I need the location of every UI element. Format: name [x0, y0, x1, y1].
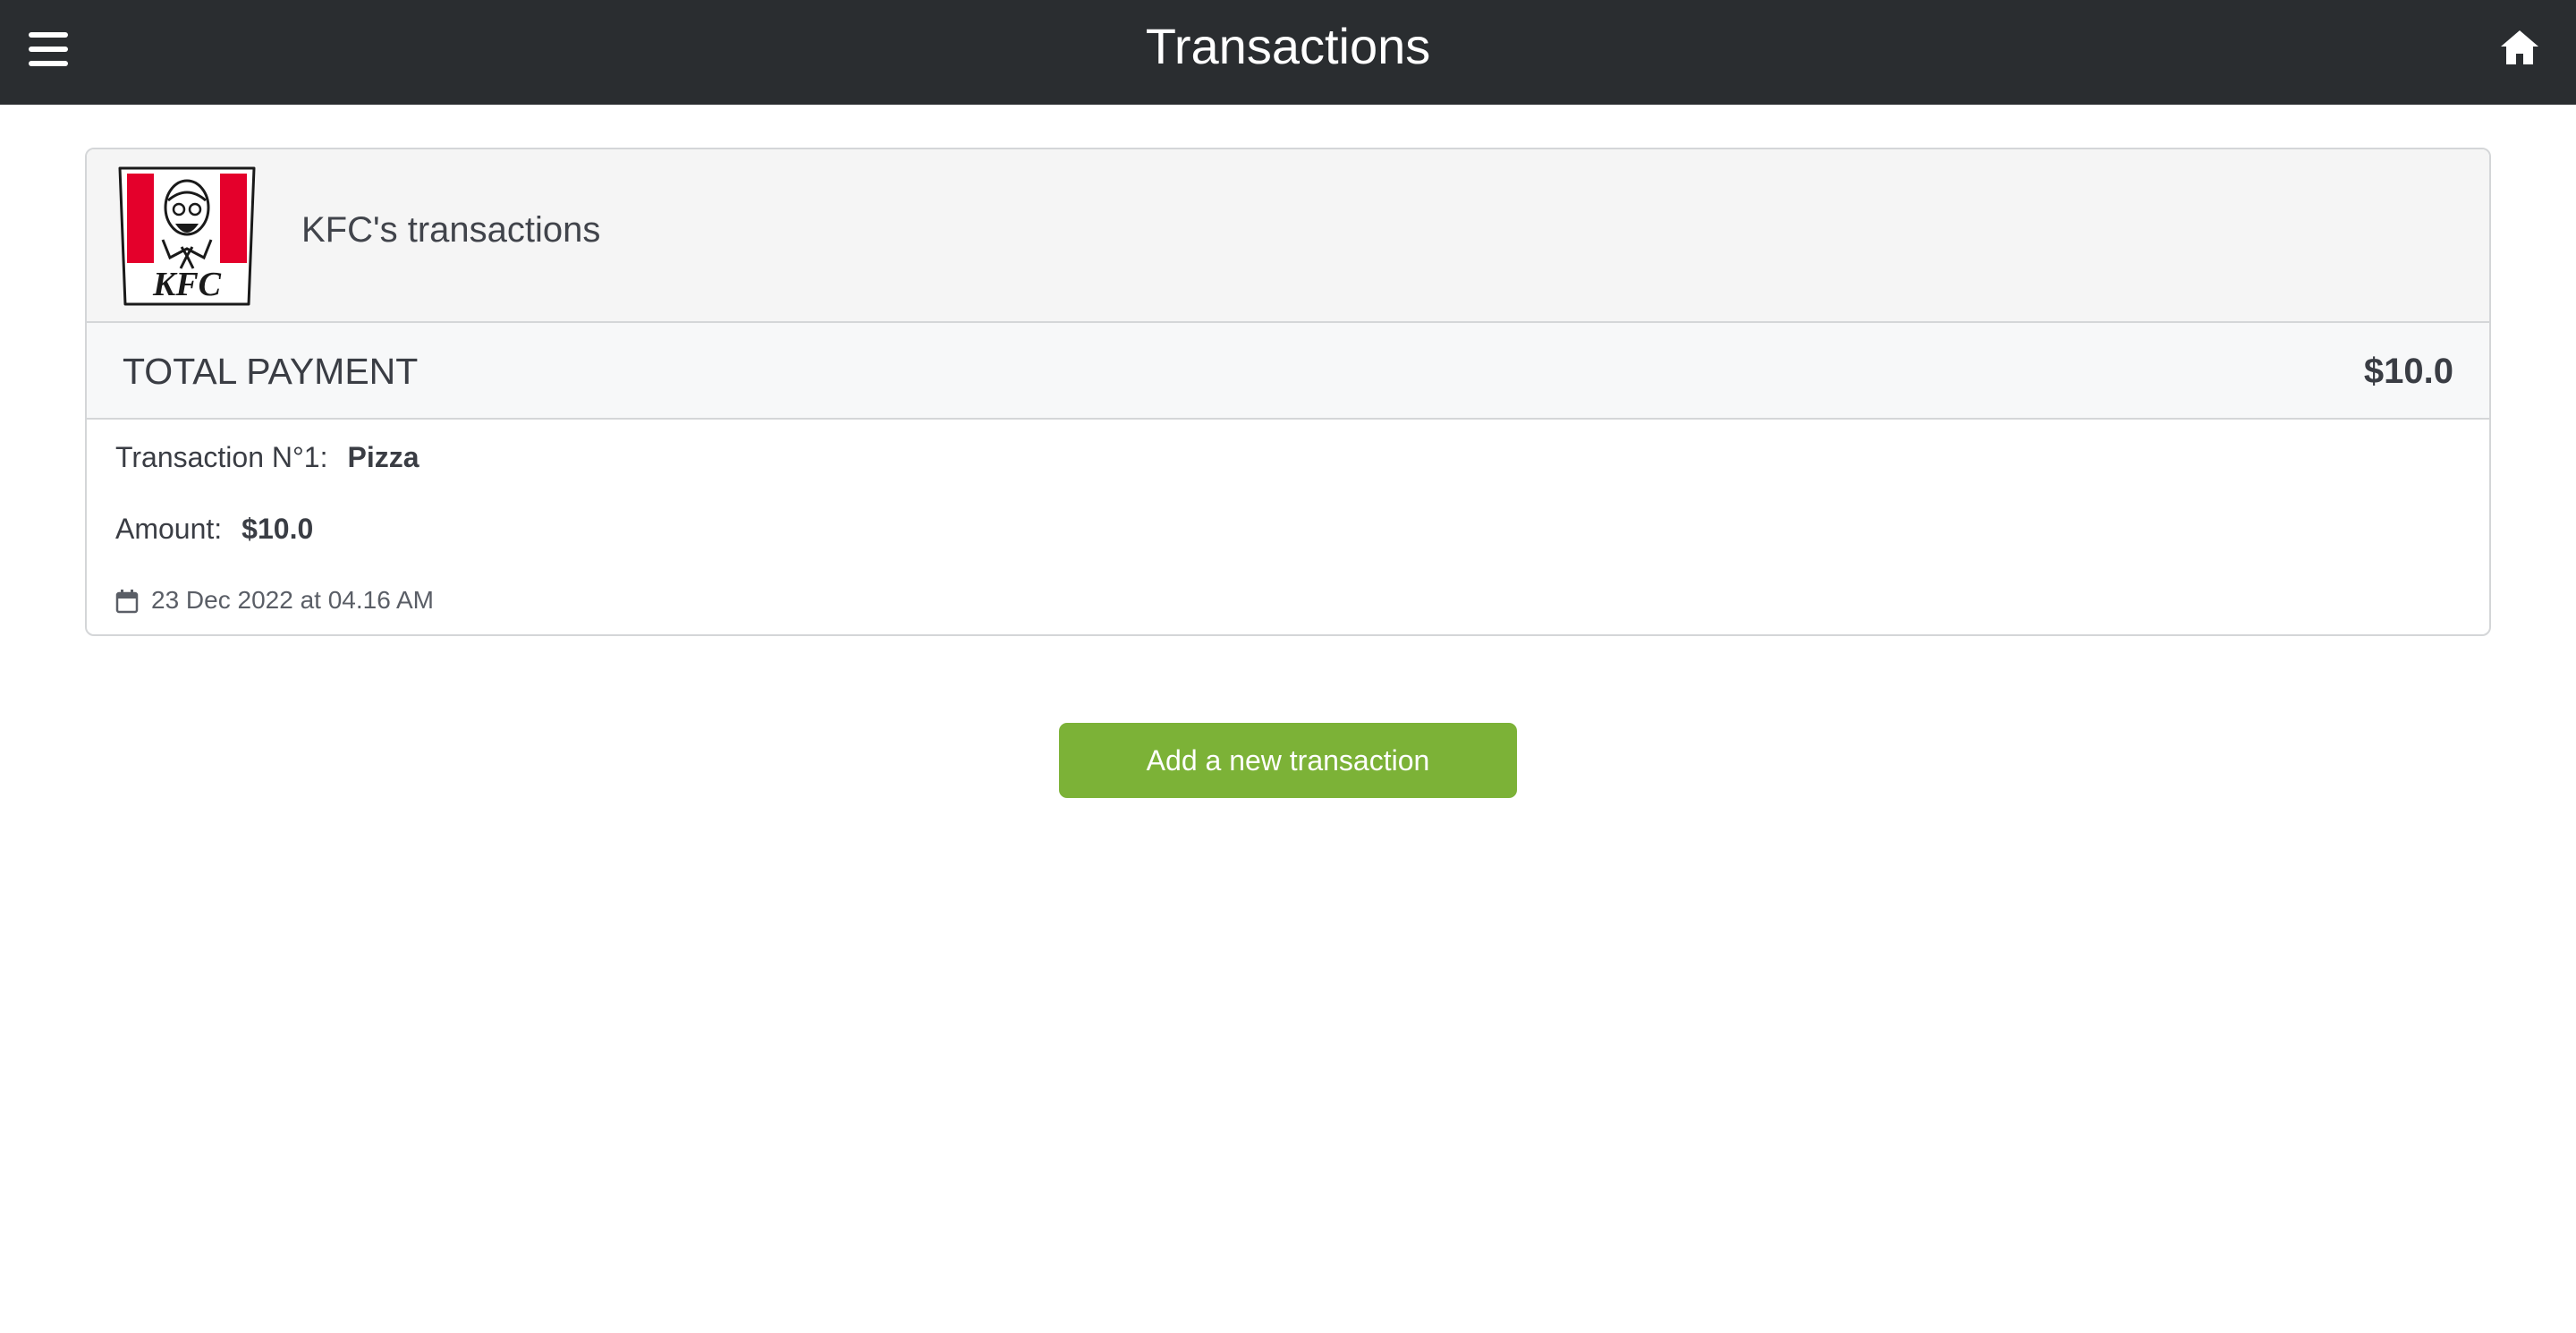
total-payment-value: $10.0: [2363, 352, 2453, 391]
home-icon[interactable]: [2499, 27, 2540, 68]
svg-text:KFC: KFC: [152, 266, 222, 303]
amount-label: Amount:: [115, 513, 223, 545]
top-navbar: Transactions: [0, 0, 2576, 105]
card-title: KFC's transactions: [301, 210, 601, 250]
total-payment-label: TOTAL PAYMENT: [123, 351, 419, 392]
card-header: KFC KFC's transactions: [87, 149, 2489, 323]
transactions-card: KFC KFC's transactions TOTAL PAYMENT $10…: [85, 148, 2491, 636]
amount-value: $10.0: [242, 513, 314, 545]
transaction-item: Pizza: [347, 441, 419, 473]
page-title: Transactions: [1145, 18, 1431, 74]
calendar-icon: [115, 590, 139, 614]
transaction-amount: Amount: $10.0: [115, 511, 313, 547]
kfc-logo: KFC: [118, 166, 256, 306]
add-transaction-button[interactable]: Add a new transaction: [1059, 723, 1517, 798]
transaction-date-text: 23 Dec 2022 at 04.16 AM: [151, 586, 434, 614]
transaction-number-label: Transaction N°1:: [115, 441, 328, 473]
transaction-title: Transaction N°1: Pizza: [115, 439, 419, 475]
total-payment-row: TOTAL PAYMENT $10.0: [87, 323, 2489, 420]
